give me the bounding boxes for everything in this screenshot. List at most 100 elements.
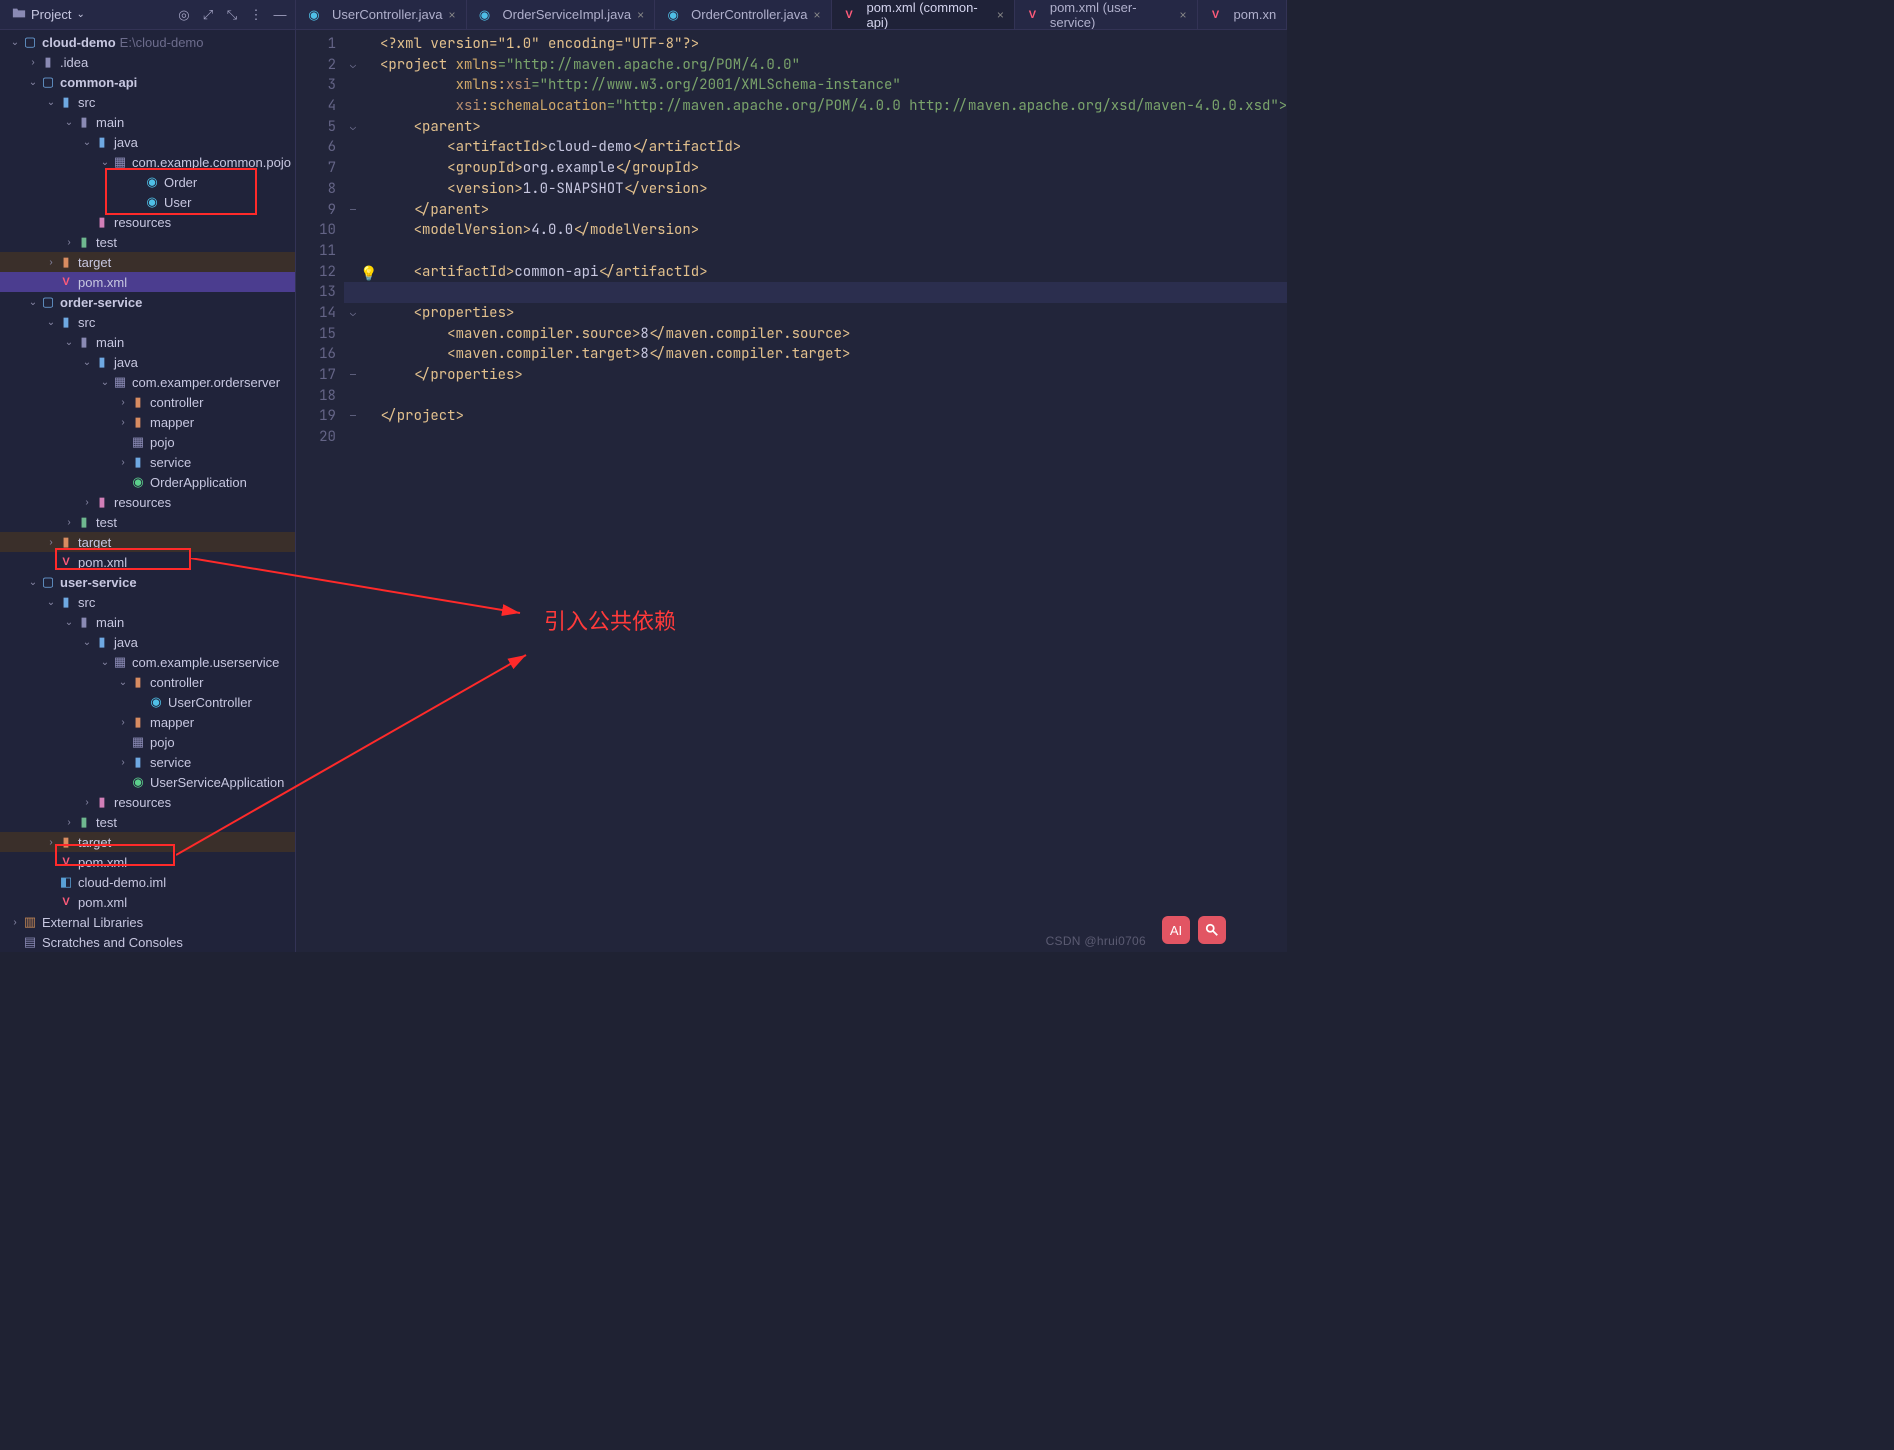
tree-user-service[interactable]: ⌄ ▢ user-service <box>0 572 295 592</box>
close-icon[interactable]: × <box>813 8 820 22</box>
chevron-down-icon: ⌄ <box>26 77 40 88</box>
tree-java-order[interactable]: ⌄ ▮ java <box>0 352 295 372</box>
project-dropdown[interactable]: Project ⌄ <box>6 4 91 25</box>
tree-main[interactable]: ⌄ ▮ main <box>0 112 295 132</box>
tree-class-order[interactable]: ◉ Order <box>0 172 295 192</box>
tree-pkg-common[interactable]: ⌄ ▦ com.example.common.pojo <box>0 152 295 172</box>
search-icon[interactable] <box>1198 916 1226 944</box>
xml-icon: V <box>1208 7 1224 23</box>
chevron-right-icon: › <box>116 717 130 728</box>
class-icon: ◉ <box>477 7 493 23</box>
tree-pkg-user[interactable]: ⌄ ▦ com.example.userservice <box>0 652 295 672</box>
tab-usercontroller[interactable]: ◉ UserController.java × <box>296 0 467 29</box>
tree-pom-order[interactable]: V pom.xml <box>0 552 295 572</box>
chevron-down-icon: ⌄ <box>80 637 94 648</box>
iml-icon: ◧ <box>58 874 74 890</box>
locate-icon[interactable]: ◎ <box>175 6 193 24</box>
close-icon[interactable]: × <box>637 8 644 22</box>
tree-src-order[interactable]: ⌄ ▮ src <box>0 312 295 332</box>
chevron-down-icon: ⌄ <box>44 97 58 108</box>
tree-service-order[interactable]: › ▮ service <box>0 452 295 472</box>
code-lines[interactable]: ⌄⌄—⌄—— 💡 <?xml version="1.0" encoding="U… <box>344 30 1287 952</box>
tree-common-api[interactable]: ⌄ ▢ common-api <box>0 72 295 92</box>
tree-ext-lib[interactable]: › ▥ External Libraries <box>0 912 295 932</box>
tree-order-service[interactable]: ⌄ ▢ order-service <box>0 292 295 312</box>
folder-icon: ▮ <box>58 94 74 110</box>
close-icon[interactable]: × <box>449 8 456 22</box>
collapse-icon[interactable]: ⤡ <box>223 6 241 24</box>
more-icon[interactable]: ⋮ <box>247 6 265 24</box>
tree-src-user[interactable]: ⌄ ▮ src <box>0 592 295 612</box>
tree-user-app[interactable]: ◉ UserServiceApplication <box>0 772 295 792</box>
tab-ordercontroller[interactable]: ◉ OrderController.java × <box>655 0 831 29</box>
test-folder-icon: ▮ <box>76 234 92 250</box>
ai-icon[interactable]: AI <box>1162 916 1190 944</box>
tree-mapper-user[interactable]: › ▮ mapper <box>0 712 295 732</box>
intention-bulb-icon[interactable]: 💡 <box>360 264 377 285</box>
tree-test-user[interactable]: › ▮ test <box>0 812 295 832</box>
tree-resources[interactable]: ▮ resources <box>0 212 295 232</box>
tree-java[interactable]: ⌄ ▮ java <box>0 132 295 152</box>
chevron-right-icon: › <box>116 457 130 468</box>
tab-orderserviceimpl[interactable]: ◉ OrderServiceImpl.java × <box>467 0 656 29</box>
bottom-toolbar: AI <box>1162 916 1226 944</box>
folder-icon: ▮ <box>76 614 92 630</box>
tree-src[interactable]: ⌄ ▮ src <box>0 92 295 112</box>
close-icon[interactable]: × <box>997 8 1004 22</box>
tree-pom-common[interactable]: V pom.xml <box>0 272 295 292</box>
module-icon: ▢ <box>22 34 38 50</box>
project-tree[interactable]: ⌄ ▢ cloud-demo E:\cloud-demo › ▮ .idea ⌄… <box>0 30 295 952</box>
tree-pojo-order[interactable]: ▦ pojo <box>0 432 295 452</box>
tab-pom-user-service[interactable]: V pom.xml (user-service) × <box>1015 0 1198 29</box>
tree-service-user[interactable]: › ▮ service <box>0 752 295 772</box>
chevron-down-icon: ⌄ <box>44 597 58 608</box>
chevron-right-icon: › <box>116 397 130 408</box>
test-folder-icon: ▮ <box>76 514 92 530</box>
tree-controller-order[interactable]: › ▮ controller <box>0 392 295 412</box>
tree-resources-order[interactable]: › ▮ resources <box>0 492 295 512</box>
xml-icon: V <box>842 7 857 23</box>
tree-java-user[interactable]: ⌄ ▮ java <box>0 632 295 652</box>
xml-icon: V <box>58 894 74 910</box>
sidebar-header: Project ⌄ ◎ ⤢ ⤡ ⋮ — <box>0 0 295 30</box>
chevron-right-icon: › <box>62 237 76 248</box>
tree-iml[interactable]: ◧ cloud-demo.iml <box>0 872 295 892</box>
tree-main-user[interactable]: ⌄ ▮ main <box>0 612 295 632</box>
tree-order-app[interactable]: ◉ OrderApplication <box>0 472 295 492</box>
class-icon: ◉ <box>148 694 164 710</box>
class-icon: ◉ <box>144 174 160 190</box>
tab-pom-trunc[interactable]: V pom.xn <box>1198 0 1288 29</box>
hide-icon[interactable]: — <box>271 6 289 24</box>
tree-resources-user[interactable]: › ▮ resources <box>0 792 295 812</box>
root-path: E:\cloud-demo <box>120 35 204 50</box>
tree-target-order[interactable]: › ▮ target <box>0 532 295 552</box>
tree-mapper-order[interactable]: › ▮ mapper <box>0 412 295 432</box>
package-icon: ▦ <box>130 434 146 450</box>
class-icon: ◉ <box>665 7 681 23</box>
tab-pom-common-api[interactable]: V pom.xml (common-api) × <box>832 0 1015 29</box>
tree-scratches[interactable]: ▤ Scratches and Consoles <box>0 932 295 952</box>
package-icon: ▦ <box>130 734 146 750</box>
tree-idea[interactable]: › ▮ .idea <box>0 52 295 72</box>
tree-target-user[interactable]: › ▮ target <box>0 832 295 852</box>
code-editor[interactable]: 1234567891011121314151617181920 ⌄⌄—⌄—— 💡… <box>296 30 1287 952</box>
tree-main-order[interactable]: ⌄ ▮ main <box>0 332 295 352</box>
gear-folder-icon: ▮ <box>130 674 146 690</box>
tree-pkg-order[interactable]: ⌄ ▦ com.examper.orderserver <box>0 372 295 392</box>
tree-pojo-user[interactable]: ▦ pojo <box>0 732 295 752</box>
close-icon[interactable]: × <box>1180 8 1187 22</box>
tree-test-order[interactable]: › ▮ test <box>0 512 295 532</box>
tree-pom-root[interactable]: V pom.xml <box>0 892 295 912</box>
tree-root[interactable]: ⌄ ▢ cloud-demo E:\cloud-demo <box>0 32 295 52</box>
tree-target[interactable]: › ▮ target <box>0 252 295 272</box>
tree-class-user[interactable]: ◉ User <box>0 192 295 212</box>
chevron-down-icon: ⌄ <box>62 337 76 348</box>
chevron-down-icon: ⌄ <box>80 137 94 148</box>
tree-test[interactable]: › ▮ test <box>0 232 295 252</box>
tree-pom-user[interactable]: V pom.xml <box>0 852 295 872</box>
tree-controller-user[interactable]: ⌄ ▮ controller <box>0 672 295 692</box>
gear-folder-icon: ▮ <box>130 394 146 410</box>
tree-user-controller[interactable]: ◉ UserController <box>0 692 295 712</box>
expand-icon[interactable]: ⤢ <box>199 6 217 24</box>
folder-icon: ▮ <box>76 334 92 350</box>
